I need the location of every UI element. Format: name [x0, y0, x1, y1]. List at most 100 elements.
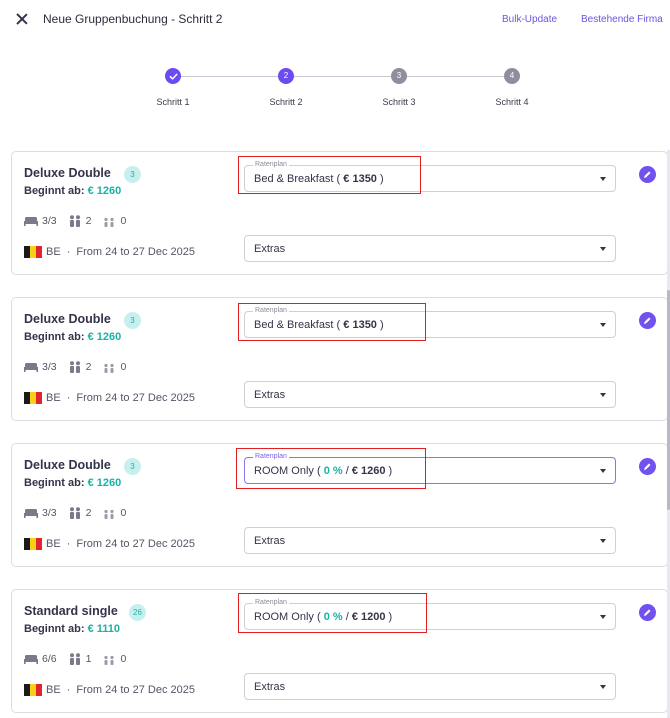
rate-percent: 0 %: [323, 611, 343, 623]
rate-price: € 1350: [343, 319, 377, 331]
step-4-indicator[interactable]: 4: [504, 68, 520, 84]
dialog-header: Neue Gruppenbuchung - Schritt 2 Bulk-Upd…: [0, 0, 670, 40]
rooms-ratio: 3/3: [42, 361, 57, 373]
country-code: BE: [46, 246, 61, 258]
stay-info: BE · From 24 to 27 Dec 2025: [24, 538, 195, 550]
bed-icon: [24, 509, 38, 518]
edit-pencil-icon[interactable]: [639, 458, 656, 475]
step-3-indicator[interactable]: 3: [391, 68, 407, 84]
chevron-down-icon: [600, 393, 606, 397]
children-count: 0: [120, 653, 127, 665]
room-name: Deluxe Double: [24, 166, 111, 180]
chevron-down-icon: [600, 177, 606, 181]
bed-icon: [24, 217, 38, 226]
page-title: Neue Gruppenbuchung - Schritt 2: [43, 12, 223, 26]
chevron-down-icon: [600, 323, 606, 327]
rooms-ratio: 3/3: [42, 215, 57, 227]
close-icon[interactable]: [14, 11, 30, 27]
step-2-indicator[interactable]: 2: [278, 68, 294, 84]
rate-plan-label: Ratenplan: [253, 160, 289, 170]
extras-value: Extras: [254, 389, 286, 401]
extras-select[interactable]: Extras: [244, 235, 616, 262]
occupancy-row: 6/6 1 0: [24, 652, 137, 666]
extras-value: Extras: [254, 681, 286, 693]
step-4-label: Schritt 4: [495, 97, 529, 107]
stay-dates: From 24 to 27 Dec 2025: [76, 246, 195, 258]
begins-from: Beginnt ab: € 1260: [24, 477, 121, 489]
chevron-down-icon: [600, 469, 606, 473]
rate-plan-value: Bed & Breakfast ( € 1350 ): [254, 173, 384, 185]
stay-dates: From 24 to 27 Dec 2025: [76, 392, 195, 404]
begins-from: Beginnt ab: € 1260: [24, 185, 121, 197]
rate-plan-select[interactable]: Ratenplan Bed & Breakfast ( € 1350 ): [244, 160, 616, 192]
extras-value: Extras: [254, 535, 286, 547]
adults-count: 1: [85, 653, 92, 665]
room-count-badge: 26: [129, 604, 146, 621]
edit-pencil-icon[interactable]: [639, 166, 656, 183]
adults-count: 2: [85, 507, 92, 519]
rate-percent: 0 %: [323, 465, 343, 477]
adults-count: 2: [85, 361, 92, 373]
rate-price: € 1350: [343, 173, 377, 185]
existing-company-link[interactable]: Bestehende Firma: [581, 14, 663, 25]
edit-pencil-icon[interactable]: [639, 604, 656, 621]
children-count: 0: [120, 215, 127, 227]
begins-label: Beginnt ab:: [24, 623, 85, 635]
chevron-down-icon: [600, 539, 606, 543]
rate-price: € 1260: [351, 465, 386, 477]
rate-plan-value: ROOM Only ( 0 % / € 1260 ): [254, 465, 393, 477]
room-name: Deluxe Double: [24, 458, 111, 472]
room-name: Deluxe Double: [24, 312, 111, 326]
rate-plan-select[interactable]: Ratenplan ROOM Only ( 0 % / € 1260 ): [244, 452, 616, 484]
occupancy-row: 3/3 2 0: [24, 506, 137, 520]
extras-select[interactable]: Extras: [244, 527, 616, 554]
start-price: € 1110: [87, 623, 120, 635]
rate-plan-value: Bed & Breakfast ( € 1350 ): [254, 319, 384, 331]
adults-icon: [69, 507, 80, 519]
rate-price: € 1200: [351, 611, 386, 623]
start-price: € 1260: [87, 185, 122, 197]
adults-count: 2: [85, 215, 92, 227]
stepper: 2 3 4 Schritt 1 Schritt 2 Schritt 3 Schr…: [0, 60, 670, 120]
begins-label: Beginnt ab:: [24, 331, 85, 343]
rate-plan-label: Ratenplan: [253, 306, 289, 316]
stay-info: BE · From 24 to 27 Dec 2025: [24, 684, 195, 696]
step-2-label: Schritt 2: [269, 97, 303, 107]
extras-value: Extras: [254, 243, 286, 255]
rate-plan-label: Ratenplan: [253, 598, 289, 608]
rate-plan-select[interactable]: Ratenplan Bed & Breakfast ( € 1350 ): [244, 306, 616, 338]
country-code: BE: [46, 538, 61, 550]
occupancy-row: 3/3 2 0: [24, 360, 137, 374]
children-count: 0: [120, 361, 127, 373]
children-icon: [104, 363, 115, 373]
step-1-check-icon[interactable]: [165, 68, 181, 84]
children-icon: [104, 217, 115, 227]
adults-icon: [69, 653, 80, 665]
begins-label: Beginnt ab:: [24, 185, 85, 197]
rooms-ratio: 6/6: [42, 653, 57, 665]
begins-from: Beginnt ab: € 1110: [24, 623, 120, 635]
room-card: Deluxe Double 3 Beginnt ab: € 1260 3/3 2…: [11, 297, 668, 421]
bed-icon: [24, 363, 38, 372]
step-1-label: Schritt 1: [156, 97, 190, 107]
adults-icon: [69, 215, 80, 227]
step-3-label: Schritt 3: [382, 97, 416, 107]
stay-dates: From 24 to 27 Dec 2025: [76, 684, 195, 696]
room-card: Deluxe Double 3 Beginnt ab: € 1260 3/3 2…: [11, 151, 668, 275]
rate-plan-value: ROOM Only ( 0 % / € 1200 ): [254, 611, 393, 623]
rate-plan-select[interactable]: Ratenplan ROOM Only ( 0 % / € 1200 ): [244, 598, 616, 630]
start-price: € 1260: [87, 331, 122, 343]
step-connector: [407, 76, 504, 77]
begins-from: Beginnt ab: € 1260: [24, 331, 121, 343]
occupancy-row: 3/3 2 0: [24, 214, 137, 228]
bed-icon: [24, 655, 38, 664]
chevron-down-icon: [600, 615, 606, 619]
extras-select[interactable]: Extras: [244, 381, 616, 408]
stay-info: BE · From 24 to 27 Dec 2025: [24, 392, 195, 404]
extras-select[interactable]: Extras: [244, 673, 616, 700]
begins-label: Beginnt ab:: [24, 477, 85, 489]
belgium-flag-icon: [24, 246, 42, 258]
edit-pencil-icon[interactable]: [639, 312, 656, 329]
children-icon: [104, 509, 115, 519]
bulk-update-link[interactable]: Bulk-Update: [502, 14, 557, 25]
